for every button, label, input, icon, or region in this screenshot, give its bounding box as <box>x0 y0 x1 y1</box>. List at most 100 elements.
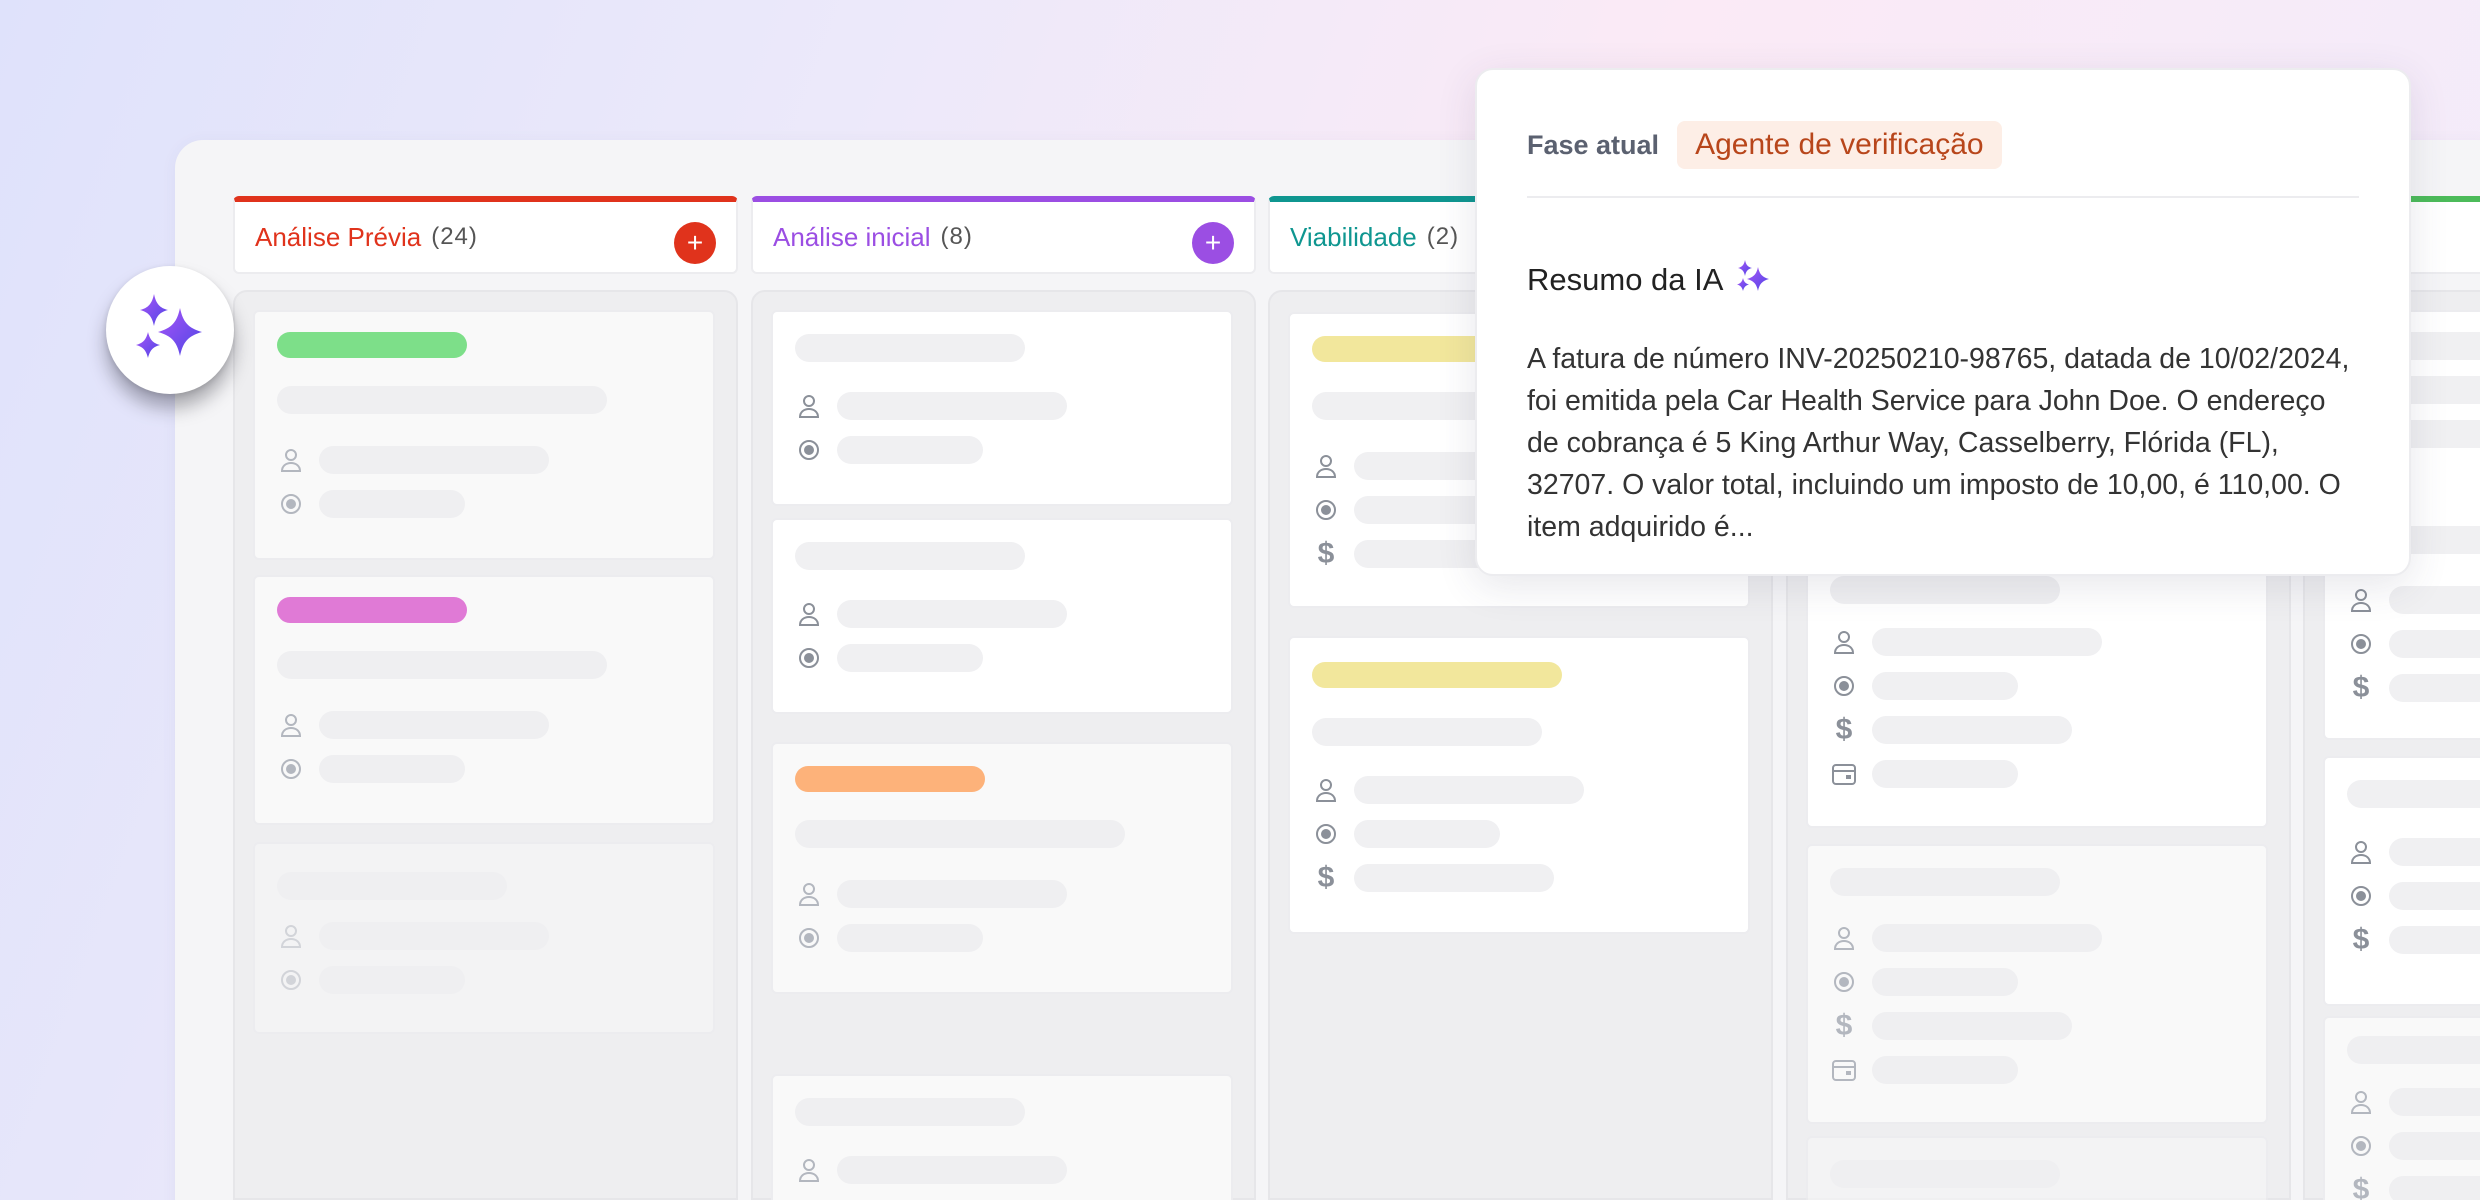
card-title-placeholder <box>277 872 507 900</box>
card-field-placeholder <box>2389 674 2480 702</box>
radio-dot-icon <box>2347 882 2375 910</box>
card-field-placeholder <box>2389 586 2480 614</box>
calendar-icon <box>1830 760 1858 788</box>
user-icon <box>1312 776 1340 804</box>
user-icon <box>277 922 305 950</box>
phase-label: Fase atual <box>1527 129 1660 160</box>
column-header-analise-previa: Análise Prévia (24) + <box>233 196 738 274</box>
summary-title-text: Resumo da IA <box>1527 262 1724 297</box>
kanban-card[interactable]: $ <box>1288 636 1750 934</box>
dollar-icon: $ <box>2352 1173 2370 1200</box>
card-field-placeholder <box>2389 630 2480 658</box>
column-count: (8) <box>940 223 973 250</box>
radio-dot-icon <box>1312 820 1340 848</box>
card-field-placeholder <box>837 436 983 464</box>
kanban-card[interactable]: $ <box>1806 844 2268 1124</box>
card-tag <box>277 597 467 623</box>
card-title-placeholder <box>2347 780 2480 808</box>
kanban-card[interactable] <box>771 1074 1233 1200</box>
card-field-placeholder <box>1872 1012 2072 1040</box>
user-icon <box>277 711 305 739</box>
card-field-placeholder <box>1872 1056 2018 1084</box>
summary-title: Resumo da IA <box>1527 258 2359 302</box>
card-field-placeholder <box>2389 1132 2480 1160</box>
card-field-placeholder <box>319 966 465 994</box>
radio-dot-icon <box>1830 968 1858 996</box>
user-icon <box>277 446 305 474</box>
user-icon <box>1830 924 1858 952</box>
column-count: (24) <box>431 223 478 250</box>
calendar-icon <box>1830 1056 1858 1084</box>
add-card-button[interactable]: + <box>1192 222 1234 264</box>
card-title-placeholder <box>277 386 607 414</box>
card-field-placeholder <box>2389 926 2480 954</box>
ai-summary-popover: Fase atual Agente de verificação Resumo … <box>1475 68 2411 576</box>
current-phase-row: Fase atual Agente de verificação <box>1527 120 2359 170</box>
user-icon <box>795 600 823 628</box>
column-title: Análise Prévia <box>255 221 422 252</box>
user-icon <box>1312 452 1340 480</box>
radio-dot-icon <box>277 966 305 994</box>
card-title-placeholder <box>795 542 1025 570</box>
dollar-icon: $ <box>1317 537 1335 570</box>
radio-dot-icon <box>2347 1132 2375 1160</box>
ai-assistant-button[interactable] <box>106 266 234 394</box>
user-icon <box>1830 628 1858 656</box>
radio-dot-icon <box>1830 672 1858 700</box>
card-tag <box>277 332 467 358</box>
kanban-card[interactable]: $ <box>1806 560 2268 828</box>
card-title-placeholder <box>2347 1036 2480 1064</box>
card-field-placeholder <box>319 755 465 783</box>
radio-dot-icon <box>277 490 305 518</box>
sparkles-icon <box>1723 258 1771 302</box>
card-title-placeholder <box>277 651 607 679</box>
card-field-placeholder <box>837 392 1067 420</box>
kanban-card[interactable]: $ <box>2323 756 2480 1006</box>
card-title-placeholder <box>795 1098 1025 1126</box>
card-title-placeholder <box>1830 868 2060 896</box>
dollar-icon: $ <box>1317 861 1335 894</box>
card-field-placeholder <box>2389 1088 2480 1116</box>
card-title-placeholder <box>795 820 1125 848</box>
kanban-card[interactable] <box>253 842 715 1034</box>
kanban-card[interactable]: $ <box>2323 1016 2480 1200</box>
card-tag <box>1312 662 1562 688</box>
card-field-placeholder <box>319 711 549 739</box>
card-field-placeholder <box>1872 628 2102 656</box>
card-title-placeholder <box>795 334 1025 362</box>
card-field-placeholder <box>837 644 983 672</box>
radio-dot-icon <box>795 644 823 672</box>
radio-dot-icon <box>795 924 823 952</box>
kanban-card[interactable] <box>771 518 1233 714</box>
column-header-analise-inicial: Análise inicial (8) + <box>751 196 1256 274</box>
user-icon <box>2347 586 2375 614</box>
kanban-card[interactable] <box>771 742 1233 994</box>
add-card-button[interactable]: + <box>674 222 716 264</box>
card-field-placeholder <box>2389 838 2480 866</box>
kanban-card[interactable] <box>1806 1136 2268 1200</box>
dollar-icon: $ <box>1835 713 1853 746</box>
card-field-placeholder <box>1872 924 2102 952</box>
card-title-placeholder <box>1830 576 2060 604</box>
column-count: (2) <box>1426 223 1460 250</box>
card-field-placeholder <box>1354 864 1554 892</box>
card-field-placeholder <box>1354 820 1500 848</box>
card-field-placeholder <box>837 600 1067 628</box>
user-icon <box>795 392 823 420</box>
user-icon <box>795 880 823 908</box>
radio-dot-icon <box>1312 496 1340 524</box>
divider <box>1527 196 2359 198</box>
kanban-card[interactable] <box>253 310 715 560</box>
summary-text: A fatura de número INV-20250210-98765, d… <box>1527 343 2350 543</box>
column-title: Análise inicial <box>773 221 931 252</box>
card-tag <box>795 766 985 792</box>
card-field-placeholder <box>837 1156 1067 1184</box>
kanban-card[interactable] <box>771 310 1233 506</box>
card-field-placeholder <box>2389 1176 2480 1200</box>
card-title-placeholder <box>1312 718 1542 746</box>
kanban-card[interactable] <box>253 575 715 825</box>
card-field-placeholder <box>1872 760 2018 788</box>
card-field-placeholder <box>837 880 1067 908</box>
card-field-placeholder <box>1872 672 2018 700</box>
card-field-placeholder <box>1354 776 1584 804</box>
